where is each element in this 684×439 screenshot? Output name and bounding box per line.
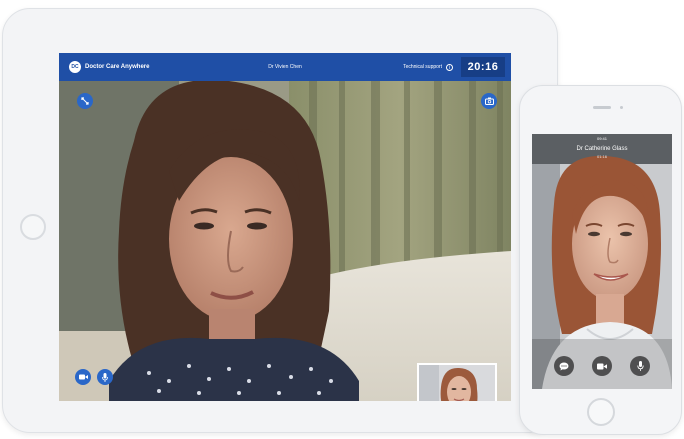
tablet-device: DC Doctor Care Anywhere Dr Vivien Chen T… <box>2 8 558 433</box>
video-camera-icon <box>597 363 607 369</box>
patient-video-image <box>59 81 511 401</box>
mic-toggle-button[interactable] <box>97 369 113 385</box>
main-video-feed <box>59 81 511 401</box>
doctor-video-image <box>532 134 672 389</box>
video-camera-icon <box>78 374 88 380</box>
phone-device: 09:41 Dr Catherine Glass 01:16 <box>519 85 682 435</box>
doctor-self-view-image <box>419 365 495 401</box>
phone-screen: 09:41 Dr Catherine Glass 01:16 <box>532 134 672 389</box>
phone-home-button[interactable] <box>587 398 615 426</box>
phone-mic-button[interactable] <box>630 356 650 376</box>
technical-support-label: Technical support <box>403 64 442 70</box>
expand-icon <box>81 97 89 105</box>
tablet-home-button[interactable] <box>20 214 46 240</box>
devices-scene: DC Doctor Care Anywhere Dr Vivien Chen T… <box>0 0 684 439</box>
phone-speaker <box>593 106 611 109</box>
technical-support-link[interactable]: Technical support i <box>403 63 453 71</box>
microphone-icon <box>636 361 644 371</box>
expand-button[interactable] <box>77 93 93 109</box>
self-view-thumbnail[interactable] <box>417 363 497 401</box>
chat-icon <box>559 362 569 370</box>
camera-switch-icon <box>484 97 494 105</box>
microphone-icon <box>102 372 108 382</box>
call-timer: 20:16 <box>461 57 505 77</box>
camera-switch-button[interactable] <box>481 93 497 109</box>
phone-front-camera <box>620 106 623 109</box>
app-header: DC Doctor Care Anywhere Dr Vivien Chen T… <box>59 53 511 81</box>
status-bar-time: 09:41 <box>596 136 607 141</box>
call-duration: 01:16 <box>596 154 607 159</box>
phone-video-button[interactable] <box>592 356 612 376</box>
video-toggle-button[interactable] <box>75 369 91 385</box>
caller-name: Dr Catherine Glass <box>576 146 628 152</box>
tablet-screen: DC Doctor Care Anywhere Dr Vivien Chen T… <box>59 53 511 401</box>
info-icon: i <box>446 63 453 71</box>
chat-button[interactable] <box>554 356 574 376</box>
